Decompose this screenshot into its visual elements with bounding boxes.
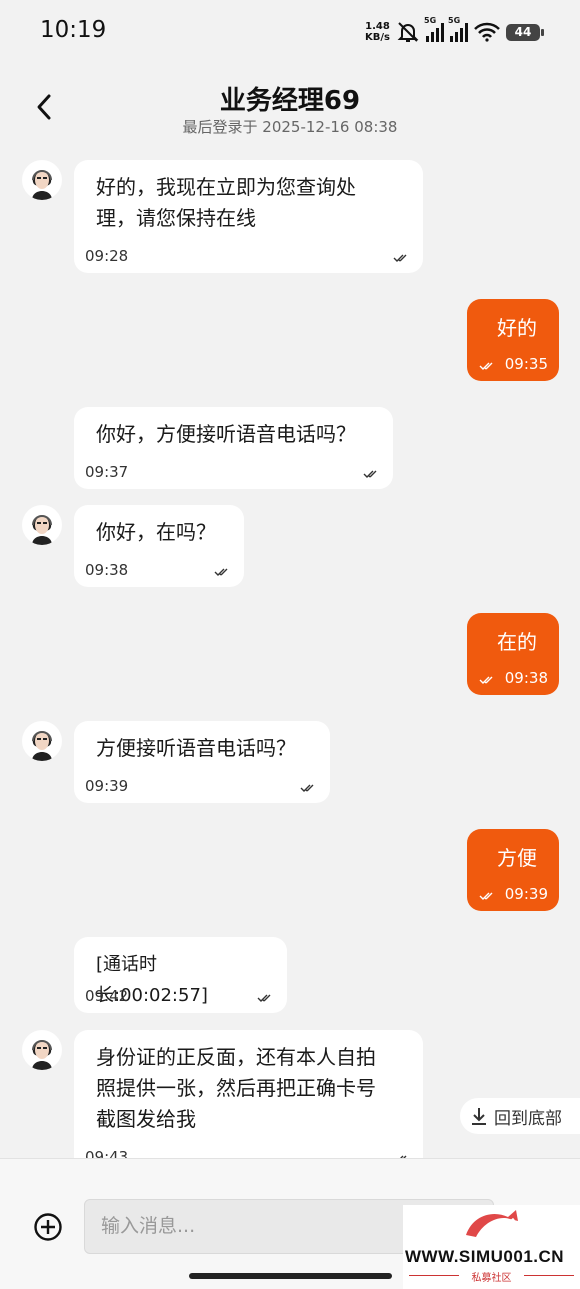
message-time: 09:37 (85, 463, 129, 481)
message-time: 09:38 (85, 561, 129, 579)
message-bubble-incoming[interactable]: [通话时长:00:02:57] 09:42 (74, 937, 287, 1013)
scroll-to-bottom-button[interactable]: 回到底部 (460, 1098, 580, 1134)
avatar[interactable] (22, 160, 62, 200)
status-icons: 1.48 KB/s 5G 5G 44 (365, 16, 544, 47)
watermark-sub: 私募社区 (471, 1273, 512, 1284)
avatar-icon (32, 170, 52, 200)
message-bubble-incoming[interactable]: 你好，在吗？ 09:38 (74, 505, 244, 587)
message-time: 09:39 (504, 885, 548, 903)
double-check-icon (479, 676, 493, 684)
message-text: 方便接听语音电话吗？ (96, 736, 296, 760)
message-text: 好的，我现在立即为您查询处 理，请您保持在线 (96, 175, 356, 230)
battery-indicator: 44 (506, 23, 544, 41)
message-time: 09:35 (504, 355, 548, 373)
message-bubble-incoming[interactable]: 身份证的正反面，还有本人自拍 照提供一张，然后再把正确卡号 截图发给我 09:4… (74, 1030, 423, 1174)
double-check-icon (363, 470, 377, 478)
message-bubble-outgoing[interactable]: 方便 09:39 (467, 829, 559, 911)
watermark: WWW.SIMU001.CN 私募社区 (403, 1205, 580, 1289)
network-speed: 1.48 KB/s (365, 21, 390, 43)
message-bubble-outgoing[interactable]: 好的 09:35 (467, 299, 559, 381)
message-bubble-incoming[interactable]: 方便接听语音电话吗？ 09:39 (74, 721, 330, 803)
message-bubble-incoming[interactable]: 好的，我现在立即为您查询处 理，请您保持在线 09:28 (74, 160, 423, 273)
avatar[interactable] (22, 505, 62, 545)
watermark-logo-icon (466, 1210, 518, 1240)
status-bar: 10:19 1.48 KB/s 5G 5G 44 (0, 0, 580, 64)
page-title: 业务经理69 (219, 86, 361, 116)
plus-circle-icon[interactable] (33, 1212, 63, 1242)
message-text: 你好，方便接听语音电话吗？ (96, 422, 356, 446)
message-bubble-outgoing[interactable]: 在的 09:38 (467, 613, 559, 695)
chat-header: 业务经理69 最后登录于 2025-12-16 08:38 (0, 64, 580, 150)
message-text: 身份证的正反面，还有本人自拍 照提供一张，然后再把正确卡号 截图发给我 (96, 1045, 376, 1131)
message-time: 09:42 (85, 987, 129, 1005)
double-check-icon (479, 362, 493, 370)
status-time: 10:19 (40, 17, 107, 43)
message-time: 09:38 (504, 669, 548, 687)
double-check-icon (393, 254, 407, 262)
signal-icon-1: 5G (424, 16, 444, 42)
double-check-icon (300, 784, 314, 792)
watermark-line-right (524, 1275, 574, 1276)
avatar[interactable] (22, 1030, 62, 1070)
avatar-icon (32, 731, 52, 761)
message-text: 方便 (497, 846, 537, 870)
home-indicator[interactable] (189, 1273, 392, 1279)
message-text: 你好，在吗？ (96, 520, 216, 544)
double-check-icon (479, 892, 493, 900)
scroll-to-bottom-label: 回到底部 (494, 1108, 562, 1129)
wifi-icon (474, 22, 500, 42)
watermark-url: WWW.SIMU001.CN (405, 1247, 565, 1266)
message-text: 在的 (497, 630, 537, 654)
last-login-text: 最后登录于 2025-12-16 08:38 (182, 118, 398, 136)
avatar-icon (32, 1040, 52, 1070)
message-bubble-incoming[interactable]: 你好，方便接听语音电话吗？ 09:37 (74, 407, 393, 489)
double-check-icon (257, 994, 271, 1002)
message-time: 09:39 (85, 777, 129, 795)
signal-icon-2: 5G (448, 16, 468, 42)
double-check-icon (214, 568, 228, 576)
avatar-icon (32, 515, 52, 545)
message-time: 09:28 (85, 247, 129, 265)
message-text: 好的 (497, 316, 537, 340)
bell-muted-icon (397, 22, 419, 42)
avatar[interactable] (22, 721, 62, 761)
arrow-down-icon (472, 1108, 486, 1125)
